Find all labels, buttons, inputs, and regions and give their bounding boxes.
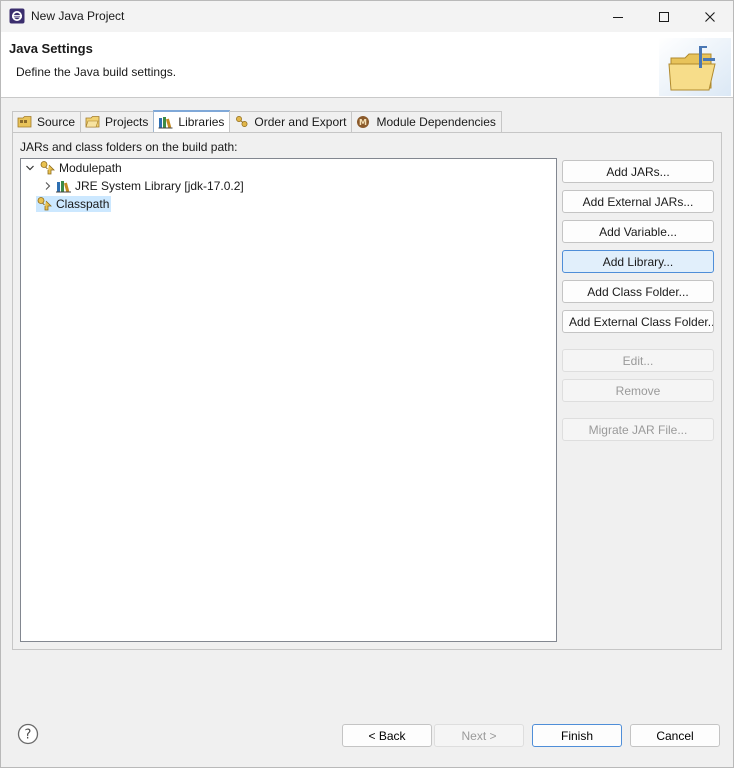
page-description: Define the Java build settings. [16,65,177,79]
libraries-icon [158,117,173,129]
source-folder-icon [17,116,32,128]
classpath-icon [40,161,55,175]
tab-module-dependencies-label: Module Dependencies [376,115,496,129]
projects-icon [85,116,100,128]
page-title: Java Settings [9,41,93,56]
help-icon[interactable]: ? [17,723,39,745]
tab-order-and-export-label: Order and Export [254,115,347,129]
add-class-folder-button[interactable]: Add Class Folder... [562,280,714,303]
tab-source-label: Source [37,115,76,129]
back-button[interactable]: < Back [342,724,432,747]
close-button[interactable] [687,1,733,32]
tab-module-dependencies[interactable]: M Module Dependencies [351,111,502,132]
remove-button[interactable]: Remove [562,379,714,402]
new-project-folder-icon [659,38,731,96]
libraries-tab-panel: JARs and class folders on the build path… [12,132,722,650]
expand-chevron-right-icon[interactable] [42,180,54,192]
svg-text:?: ? [25,728,32,743]
tab-libraries[interactable]: Libraries [153,110,231,132]
next-button[interactable]: Next > [434,724,524,747]
edit-button[interactable]: Edit... [562,349,714,372]
minimize-button[interactable] [595,1,641,32]
cancel-button[interactable]: Cancel [630,724,720,747]
minimize-icon [613,16,623,18]
tree-item-label: JRE System Library [jdk-17.0.2] [75,179,244,193]
build-path-label: JARs and class folders on the build path… [20,140,238,154]
tab-order-and-export[interactable]: Order and Export [229,111,353,132]
wizard-banner: Java Settings Define the Java build sett… [1,32,733,98]
add-jars-button[interactable]: Add JARs... [562,160,714,183]
tree-item-classpath[interactable]: Classpath [36,195,112,213]
build-path-tree[interactable]: Modulepath JRE System Library [jdk-17.0.… [20,158,557,642]
maximize-button[interactable] [641,1,687,32]
add-variable-button[interactable]: Add Variable... [562,220,714,243]
maximize-icon [659,11,669,22]
eclipse-app-icon [9,8,25,24]
svg-text:M: M [359,118,367,127]
order-export-icon [236,116,248,127]
tab-source[interactable]: Source [12,111,82,132]
tree-item-label: Classpath [54,196,112,212]
tab-libraries-label: Libraries [178,115,225,129]
migrate-jar-file-button[interactable]: Migrate JAR File... [562,418,714,441]
title-bar[interactable]: New Java Project [1,1,733,32]
expand-chevron-down-icon[interactable] [24,162,36,174]
add-external-jars-button[interactable]: Add External JARs... [562,190,714,213]
close-icon [705,11,715,22]
add-library-button[interactable]: Add Library... [562,250,714,273]
add-external-class-folder-button[interactable]: Add External Class Folder... [562,310,714,333]
tab-projects[interactable]: Projects [80,111,155,132]
module-icon: M [357,116,370,128]
classpath-icon [36,196,54,212]
tree-item-modulepath[interactable]: Modulepath [24,159,124,177]
window-title: New Java Project [31,9,125,23]
tab-bar: Source Projects Libraries Order and Expo… [12,110,502,132]
library-icon [56,181,71,193]
new-java-project-dialog: New Java Project Java Settings Define th… [0,0,734,768]
tree-item-label: Modulepath [59,161,122,175]
finish-button[interactable]: Finish [532,724,622,747]
tab-projects-label: Projects [105,115,149,129]
tree-item-jre-system-library[interactable]: JRE System Library [jdk-17.0.2] [42,177,246,195]
